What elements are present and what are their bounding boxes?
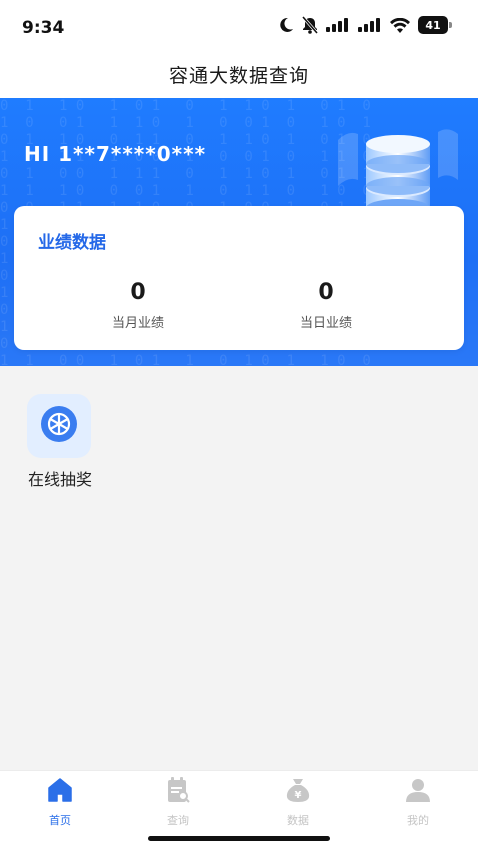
mute-bell-icon: [302, 16, 318, 34]
tab-home[interactable]: 首页: [20, 777, 100, 828]
signal-icon-2: [358, 18, 382, 32]
clipboard-query-icon: [165, 776, 191, 808]
signal-icon-1: [326, 18, 350, 32]
lottery-wheel-icon: [40, 405, 78, 447]
tab-home-label: 首页: [49, 814, 71, 827]
svg-text:¥: ¥: [295, 790, 302, 801]
money-bag-icon: ¥: [284, 776, 312, 808]
lottery-icon-tile: [27, 394, 91, 458]
status-icons: 41: [278, 16, 452, 34]
home-icon: [47, 777, 73, 807]
performance-card: 业绩数据 0 当月业绩 0 当日业绩: [14, 206, 464, 350]
battery-icon: 41: [418, 16, 452, 34]
user-greeting: HI 1**7****0***: [24, 142, 207, 166]
monthly-performance-label: 当月业绩: [111, 316, 164, 331]
tab-data[interactable]: ¥ 数据: [258, 777, 338, 828]
tab-data-label: 数据: [287, 814, 309, 827]
status-time: 9:34: [22, 18, 65, 38]
home-indicator[interactable]: [148, 836, 330, 841]
monthly-performance-value: 0: [130, 280, 146, 305]
monthly-performance[interactable]: 0 当月业绩: [78, 280, 198, 331]
tab-mine-label: 我的: [407, 814, 429, 827]
daily-performance[interactable]: 0 当日业绩: [266, 280, 386, 331]
daily-performance-label: 当日业绩: [299, 316, 352, 331]
nav-bar: 容通大数据查询: [0, 50, 478, 98]
tab-query[interactable]: 查询: [138, 777, 218, 828]
tab-mine[interactable]: 我的: [378, 777, 458, 828]
user-icon: [405, 777, 431, 807]
menu-item-online-lottery[interactable]: 在线抽奖: [22, 394, 98, 490]
moon-icon: [278, 17, 294, 33]
tab-query-label: 查询: [167, 814, 189, 827]
battery-level: 41: [418, 16, 448, 34]
status-bar: 9:34 41: [0, 0, 478, 50]
performance-title: 业绩数据: [38, 233, 106, 253]
wifi-icon: [390, 17, 410, 33]
menu-item-label: 在线抽奖: [27, 470, 92, 489]
page-title: 容通大数据查询: [168, 64, 309, 87]
daily-performance-value: 0: [318, 280, 334, 305]
